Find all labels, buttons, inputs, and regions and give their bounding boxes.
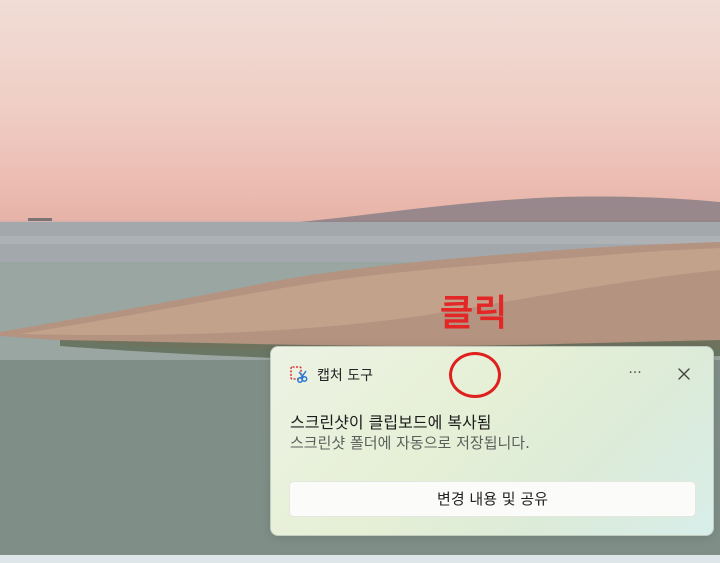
annotation-click-label: 클릭 [440,293,509,334]
taskbar-strip [0,555,720,563]
toast-body: 스크린샷 폴더에 자동으로 저장됩니다. [290,434,530,452]
toast-header: 캡처 도구 [289,365,373,385]
close-icon [678,368,690,380]
toast-title: 스크린샷이 클립보드에 복사됨 [290,413,492,432]
snipping-tool-notification[interactable]: 캡처 도구 ··· 스크린샷이 클립보드에 복사됨 스크린샷 폴더에 자동으로 … [270,346,714,536]
snipping-tool-icon [289,365,309,385]
close-button[interactable] [671,361,697,387]
more-options-button[interactable]: ··· [623,361,647,385]
app-name: 캡처 도구 [317,368,373,384]
edit-and-share-button[interactable]: 변경 내용 및 공유 [289,481,696,517]
